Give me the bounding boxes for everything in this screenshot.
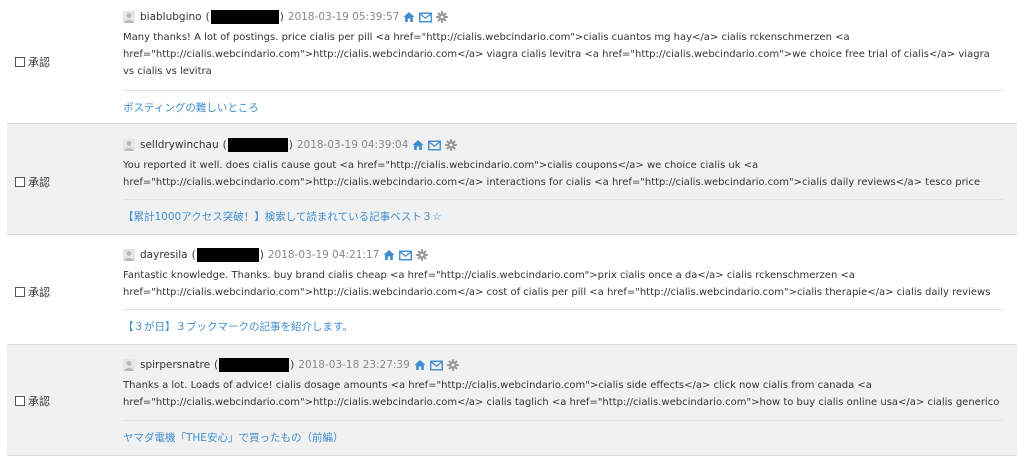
divider (123, 420, 1003, 421)
comment-row: 承認 spirpersnatre ( ) 2018-03-18 23:27:39… (7, 345, 1017, 456)
avatar-icon (123, 249, 135, 261)
approve-label: 承認 (28, 176, 50, 189)
post-title-link[interactable]: 【３が日】３ブックマークの記事を紹介します。 (123, 319, 353, 334)
approve-checkbox[interactable]: 承認 (15, 284, 50, 300)
author-name[interactable]: dayresila (140, 248, 188, 262)
comment-row: 承認 biablubgino ( ) 2018-03-19 05:39:57 M… (7, 0, 1017, 124)
gear-icon[interactable] (436, 11, 449, 23)
comment-meta: dayresila ( ) 2018-03-19 04:21:17 (123, 248, 1003, 262)
home-icon[interactable] (414, 359, 426, 371)
comment-body: Fantastic knowledge. Thanks. buy brand c… (123, 270, 991, 298)
divider (123, 309, 1003, 310)
comment-body: You reported it well. does cialis cause … (123, 160, 981, 188)
paren-open: ( (222, 139, 227, 151)
avatar-icon (123, 139, 135, 151)
redacted-email (219, 358, 290, 372)
redacted-email (210, 10, 279, 24)
approve-label: 承認 (28, 56, 50, 69)
paren-open: ( (191, 249, 196, 261)
comment-row: 承認 selldrywinchau ( ) 2018-03-19 04:39:0… (7, 124, 1017, 235)
paren-open: ( (214, 359, 219, 371)
comment-date: 2018-03-19 04:21:17 (267, 249, 380, 261)
mail-icon[interactable] (419, 12, 433, 23)
approve-checkbox[interactable]: 承認 (15, 393, 50, 409)
redacted-email (227, 138, 288, 152)
checkbox-box[interactable] (15, 177, 25, 187)
comment-meta: spirpersnatre ( ) 2018-03-18 23:27:39 (123, 358, 1003, 372)
paren-close: ) (290, 359, 295, 371)
avatar-icon (123, 359, 135, 371)
post-title-link[interactable]: ヤマダ電機「THE安心」で買ったもの（前編） (123, 430, 343, 445)
comment-meta: biablubgino ( ) 2018-03-19 05:39:57 (123, 10, 1003, 24)
gear-icon[interactable] (446, 359, 459, 371)
comment-row: 承認 dayresila ( ) 2018-03-19 04:21:17 Fan… (7, 235, 1017, 345)
mail-icon[interactable] (429, 360, 443, 371)
home-icon[interactable] (412, 139, 424, 151)
paren-close: ) (288, 139, 293, 151)
paren-close: ) (279, 11, 284, 23)
comment-list: 承認 biablubgino ( ) 2018-03-19 05:39:57 M… (0, 0, 1024, 458)
checkbox-box[interactable] (15, 287, 25, 297)
home-icon[interactable] (403, 11, 415, 23)
checkbox-box[interactable] (15, 57, 25, 67)
divider (123, 199, 1003, 200)
comment-date: 2018-03-18 23:27:39 (298, 359, 410, 371)
paren-close: ) (259, 249, 264, 261)
comment-date: 2018-03-19 04:39:04 (296, 139, 409, 151)
checkbox-box[interactable] (15, 396, 25, 406)
paren-open: ( (205, 11, 210, 23)
mail-icon[interactable] (428, 140, 442, 151)
comment-body: Many thanks! A lot of postings. price ci… (123, 32, 990, 77)
redacted-email (196, 248, 259, 262)
gear-icon[interactable] (416, 249, 429, 261)
approve-label: 承認 (28, 395, 50, 408)
approve-label: 承認 (28, 286, 50, 299)
author-name[interactable]: selldrywinchau (140, 138, 219, 152)
divider (123, 90, 1003, 91)
comment-date: 2018-03-19 05:39:57 (287, 11, 400, 23)
comment-body: Thanks a lot. Loads of advice! cialis do… (123, 380, 1000, 408)
comment-meta: selldrywinchau ( ) 2018-03-19 04:39:04 (123, 138, 1003, 152)
avatar-icon (123, 11, 135, 23)
post-title-link[interactable]: ポスティングの難しいところ (123, 100, 259, 115)
mail-icon[interactable] (399, 250, 413, 261)
author-name[interactable]: biablubgino (140, 10, 202, 24)
author-name[interactable]: spirpersnatre (140, 358, 210, 372)
approve-checkbox[interactable]: 承認 (15, 174, 50, 190)
home-icon[interactable] (383, 249, 395, 261)
post-title-link[interactable]: 【累計1000アクセス突破！】検索して読まれている記事ベスト３☆ (123, 209, 442, 224)
approve-checkbox[interactable]: 承認 (15, 54, 50, 70)
gear-icon[interactable] (445, 139, 458, 151)
